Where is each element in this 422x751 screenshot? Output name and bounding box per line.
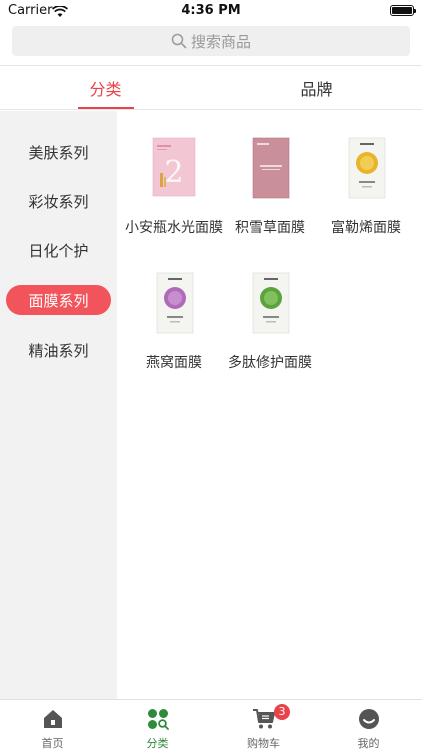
search-bar[interactable]: 搜索商品 (12, 26, 410, 56)
rose-pink-mask-image (223, 137, 317, 209)
tab-profile[interactable]: 我的 (316, 700, 421, 751)
purple-mask-image (127, 272, 221, 344)
battery-icon (390, 5, 416, 16)
sidebar-item-masks[interactable]: 面膜系列 (6, 285, 111, 315)
tab-brand[interactable]: 品牌 (211, 66, 422, 109)
product-name: 小安瓶水光面膜 (125, 220, 223, 236)
tab-profile-label: 我的 (357, 737, 380, 750)
sidebar-item-daily-care[interactable]: 日化个护 (0, 235, 117, 265)
cart-badge: 3 (274, 704, 290, 720)
home-icon (42, 708, 64, 734)
svg-text:2: 2 (164, 155, 183, 190)
tab-category-nav[interactable]: 分类 (105, 700, 210, 751)
category-icon (147, 708, 169, 734)
tab-cart[interactable]: 购物车 (211, 700, 316, 751)
green-mask-image (223, 272, 317, 344)
tab-home-label: 首页 (41, 737, 64, 750)
product-name: 燕窝面膜 (146, 355, 202, 371)
bottom-tab-bar: 首页 分类 购物车 我的 3 (0, 699, 422, 750)
sidebar-item-skincare[interactable]: 美肤系列 (0, 137, 117, 167)
tab-category-label: 分类 (146, 737, 169, 750)
product-name: 多肽修护面膜 (228, 355, 312, 371)
pink-ampoule-mask-image: 2 (127, 137, 221, 209)
product-grid: 2 小安瓶水光面膜 积雪草面膜 富勒烯面膜 燕窝面膜 多肽修护面膜 (117, 111, 422, 699)
sidebar-item-makeup[interactable]: 彩妆系列 (0, 186, 117, 216)
product-name: 积雪草面膜 (235, 220, 305, 236)
tab-cart-label: 购物车 (247, 737, 280, 750)
category-tabs: 分类 品牌 (0, 66, 422, 110)
category-sidebar: 美肤系列 彩妆系列 日化个护 面膜系列 精油系列 (0, 111, 117, 699)
status-bar: Carrier 4:36 PM (0, 0, 422, 22)
tab-home[interactable]: 首页 (0, 700, 105, 751)
profile-icon (358, 708, 380, 734)
tab-category[interactable]: 分类 (0, 66, 211, 109)
product-name: 富勒烯面膜 (331, 220, 401, 236)
search-icon (171, 33, 187, 49)
gold-mask-image (319, 137, 413, 209)
clock: 4:36 PM (181, 3, 241, 18)
sidebar-item-essential-oils[interactable]: 精油系列 (0, 335, 117, 365)
active-tab-indicator (78, 107, 134, 109)
search-input[interactable]: 搜索商品 (191, 31, 251, 52)
cart-icon (252, 708, 276, 734)
